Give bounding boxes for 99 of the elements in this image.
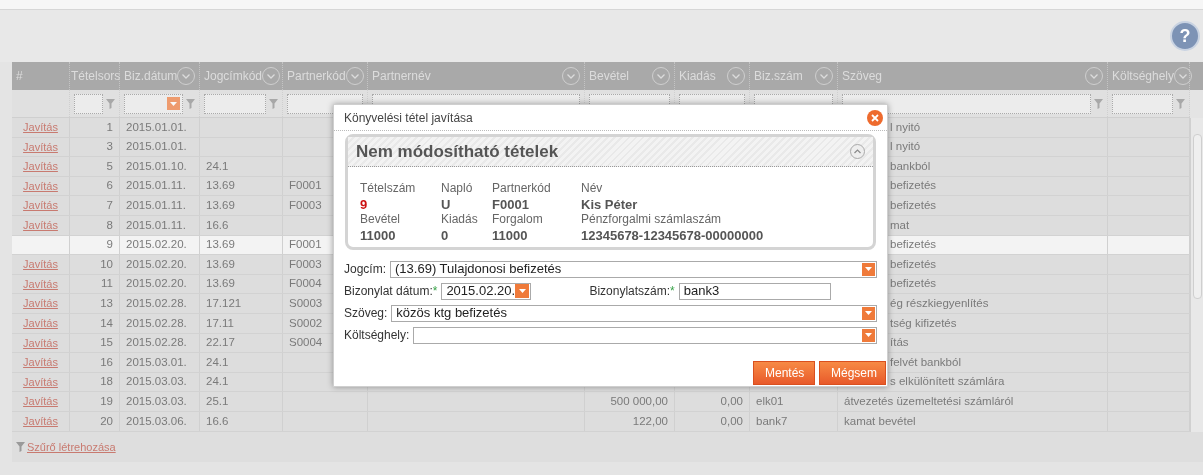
table-cell-text: 500 000,00 [610,394,668,409]
field-label: Tételszám [360,181,417,197]
table-cell-text: ítás [890,335,909,351]
table-cell-text: befizetés [890,276,937,292]
table-cell-text: 2015.01.11. [126,178,186,194]
table-cell-text: 2015.01.11. [126,198,186,214]
form-label: Bizonylatszám:* [589,283,675,300]
table-cell-text: tség kifizetés [890,315,957,331]
field-label: Napló [441,181,474,197]
table-cell-text: l nyitó [890,119,921,135]
table-cell-text: bankból [890,158,931,174]
table-cell-text: 24.1 [206,374,229,390]
table-cell-text: 1 [106,119,113,135]
field-value: 11000 [492,227,529,243]
table-cell-text: átvezetés üzemeltetési számláról [844,394,1014,409]
form-label: Jogcím: [344,261,386,278]
table-cell-text: befizetés [890,237,937,253]
table-cell-text: S0003 [289,296,323,311]
form-label: Szöveg: [344,305,388,322]
table-cell-text: kamat bevétel [844,413,916,429]
table-cell-text: 2015.03.01. [126,354,187,370]
table-cell-text: s elkülönített számlára [890,374,1005,390]
table-cell-text: befizetés [890,198,937,214]
form-label: Bizonylat dátum:* [344,283,438,300]
table-cell-text: ég részkiegyenlítés [890,296,989,311]
table-cell-text: 22.17 [206,335,235,351]
table-cell-text: 122,00 [632,413,668,429]
table-cell-text: 20 [100,413,113,429]
field-value: 11000 [360,227,397,243]
table-cell-text: 5 [106,158,113,174]
table-cell-text: 13.69 [206,178,235,194]
table-cell-text: 2015.03.03. [126,374,187,390]
table-cell-text: 2015.02.28. [126,296,187,311]
table-cell-text: 11 [101,276,113,292]
table-cell-text: F0004 [289,276,322,292]
table-cell-text: 2015.02.20. [126,276,187,292]
field-label: Forgalom [492,212,544,228]
table-cell-text: 2015.01.01. [126,119,187,135]
table-cell-text: 2015.02.28. [126,335,187,351]
table-cell-text: bank7 [756,413,788,429]
table-cell-text: 13.69 [206,276,235,292]
table-cell-text: 2015.02.28. [126,315,187,331]
table-cell-text: 2015.02.20. [126,237,187,253]
field-label: Bevétel [360,212,402,228]
table-cell-text: 2015.01.01. [126,139,187,155]
table-cell-text: S0002 [289,315,323,331]
table-cell-text: 6 [106,178,113,194]
table-cell-text: 16.6 [206,413,229,429]
table-cell-text: 2015.01.10. [126,158,187,174]
table-cell-text: 0,00 [720,413,743,429]
table-cell-text: 7 [106,198,113,214]
field-value: F0001 [492,196,530,212]
table-cell-text: 2015.03.06. [126,413,187,429]
table-cell-text: 24.1 [206,354,229,370]
table-cell-text: 8 [106,217,113,233]
table-cell-text: 18 [100,374,113,390]
table-cell-text: 2015.03.03. [126,394,187,409]
table-cell-text: 14 [100,315,113,331]
table-cell-text: S0004 [289,335,323,351]
table-cell-text: F0003 [289,256,322,272]
field-value: 0 [441,227,450,243]
table-cell-text: 2015.02.20. [126,256,187,272]
table-cell-text: 16 [100,354,113,370]
table-cell-text: l nyitó [890,139,921,155]
table-cell-text: 16.6 [206,217,229,233]
table-cell-text: 25.1 [206,394,229,409]
table-cell-text: 13.69 [206,237,235,253]
dialog-title: Könyvelési tétel javítása [344,109,473,127]
table-cell-text: F0001 [289,178,322,194]
table-cell-text: 13.69 [206,256,235,272]
table-cell-text: befizetés [890,256,937,272]
table-cell-text: 15 [100,335,113,351]
table-cell-text: 19 [100,394,113,409]
table-cell-text: F0003 [289,198,322,214]
field-label: Kiadás [441,212,479,228]
field-label: Név [581,181,604,197]
table-cell-text: 9 [106,237,113,253]
field-label: Pénzforgalmi számlaszám [581,212,723,228]
table-cell-text: befizetés [890,178,937,194]
field-value: 9 [360,196,369,212]
table-cell-text: 0,00 [720,394,743,409]
table-cell-text: 13.69 [206,198,235,214]
table-cell-text: 24.1 [206,158,229,174]
table-cell-text: 13 [100,296,113,311]
panel-title: Nem módosítható tételek [356,140,559,163]
table-cell-text: 17.121 [206,296,242,311]
table-cell-text: elk01 [756,394,784,409]
table-cell-text: 3 [106,139,113,155]
field-value: 12345678-12345678-00000000 [581,227,765,243]
table-cell-text: 2015.01.11. [126,217,186,233]
table-cell-text: 10 [100,256,113,272]
table-cell-text: felvét bankból [890,354,961,370]
field-value: Kis Péter [581,196,639,212]
table-cell-text: 17.11 [206,315,234,331]
table-cell-text: F0001 [289,237,322,253]
form-label: Költséghely: [344,327,410,344]
field-label: Partnerkód [492,181,552,197]
table-cell-text: mat [890,217,910,233]
field-value: U [441,196,452,212]
